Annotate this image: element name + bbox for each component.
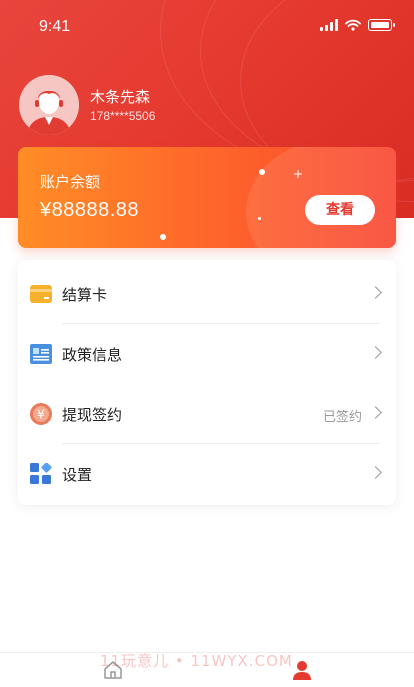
menu-label: 结算卡 <box>62 286 108 304</box>
menu-label: 设置 <box>62 466 93 484</box>
view-balance-button[interactable]: 查看 <box>305 195 375 225</box>
chevron-right-icon <box>369 286 382 299</box>
watermark: 11玩意儿 • 11WYX.COM <box>100 652 293 670</box>
chevron-right-icon <box>369 406 382 419</box>
user-icon[interactable] <box>291 659 313 681</box>
avatar-illustration-icon <box>19 75 79 135</box>
card-icon <box>30 285 52 303</box>
signed-status: 已签约 <box>322 410 362 425</box>
balance-label: 账户余额 <box>40 173 101 191</box>
avatar[interactable] <box>19 75 79 135</box>
chevron-right-icon <box>369 346 382 359</box>
wifi-icon <box>345 19 361 31</box>
balance-amount: ¥88888.88 <box>40 199 140 221</box>
document-icon <box>30 344 52 364</box>
status-bar: 9:41 <box>0 0 414 52</box>
status-icons <box>320 19 395 31</box>
card-decoration <box>160 234 166 240</box>
signal-icon <box>320 19 338 31</box>
user-name: 木条先森 <box>90 88 151 106</box>
menu-label: 政策信息 <box>62 346 123 364</box>
menu-list: 结算卡 政策信息 ¥ 提现签约 已签约 设置 <box>18 260 396 505</box>
settings-grid-icon <box>30 463 52 484</box>
sparkle-icon: + <box>293 167 304 181</box>
chevron-right-icon <box>369 466 382 479</box>
battery-icon <box>368 19 395 31</box>
svg-text:¥: ¥ <box>37 408 45 422</box>
menu-item-settlement-card[interactable]: 结算卡 <box>18 264 396 324</box>
yuan-coin-icon: ¥ <box>30 403 52 425</box>
menu-item-withdrawal-sign[interactable]: ¥ 提现签约 已签约 <box>18 384 396 444</box>
card-decoration <box>258 217 261 220</box>
menu-item-settings[interactable]: 设置 <box>18 444 396 504</box>
user-phone: 178****5506 <box>90 109 156 123</box>
status-time: 9:41 <box>39 18 71 35</box>
menu-item-policy-info[interactable]: 政策信息 <box>18 324 396 384</box>
menu-label: 提现签约 <box>62 406 123 424</box>
card-decoration <box>259 169 265 175</box>
balance-card: + 账户余额 ¥88888.88 查看 <box>18 147 396 248</box>
